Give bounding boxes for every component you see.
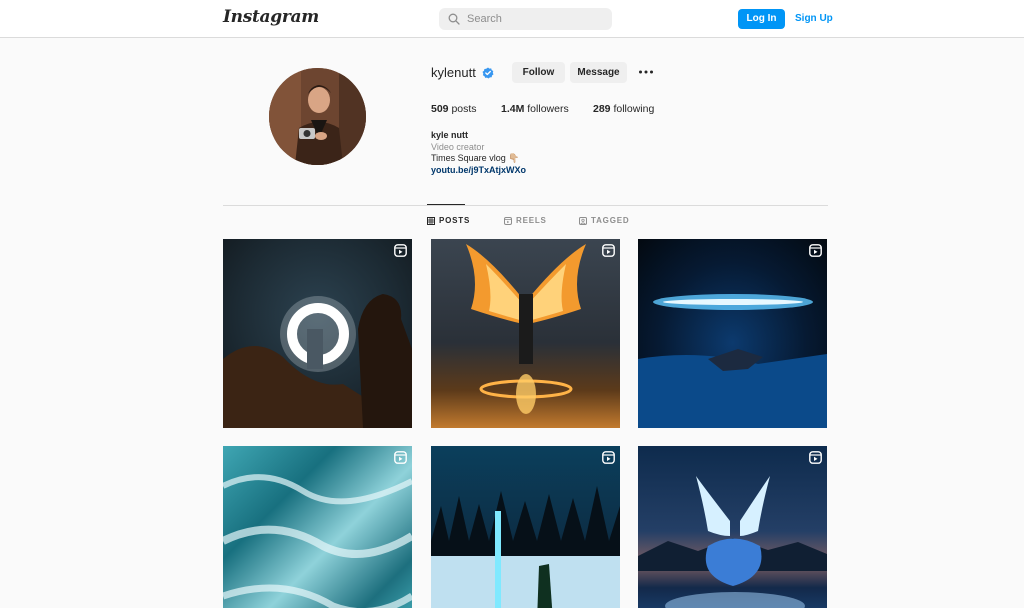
post-thumbnail[interactable] [431,446,620,608]
following-stat[interactable]: 289 following [593,103,654,115]
tab-tagged-label: TAGGED [591,216,630,225]
reel-icon [602,451,615,464]
tabs-divider [223,205,828,206]
reel-icon [394,244,407,257]
post-image-snowy-forest [431,486,620,608]
instagram-logo[interactable]: Instagram [223,7,319,27]
profile-bio: kyle nutt Video creator Times Square vlo… [431,130,526,176]
reel-icon [809,451,822,464]
grid-icon [427,216,435,225]
post-image-light-ring [223,294,412,428]
avatar-portrait [269,68,366,165]
reel-icon [809,244,822,257]
post-image-fire-wings [466,244,586,414]
profile-username: kylenutt [431,65,476,80]
reel-icon [394,451,407,464]
post-image-blue-light [638,294,827,428]
posts-stat: 509 posts [431,103,477,115]
top-navbar: Instagram Log In Sign Up [0,0,1024,38]
search-bar[interactable] [439,8,612,30]
post-thumbnail[interactable] [223,239,412,428]
verified-badge-icon [482,67,494,79]
post-thumbnail[interactable] [638,239,827,428]
follow-button[interactable]: Follow [512,62,565,83]
reel-icon [602,244,615,257]
post-image-ice-wings [638,476,827,608]
more-options-icon[interactable] [638,66,654,78]
signup-link[interactable]: Sign Up [795,9,833,29]
tab-reels-label: REELS [516,216,547,225]
post-thumbnail[interactable] [223,446,412,608]
bio-text: Times Square vlog 👇🏼 [431,153,520,163]
search-icon [448,13,460,25]
tab-posts-label: POSTS [439,216,471,225]
tab-reels[interactable]: REELS [504,216,547,225]
bio-full-name: kyle nutt [431,130,469,140]
tab-posts[interactable]: POSTS [427,216,470,225]
active-tab-indicator [427,204,465,205]
tab-tagged[interactable]: TAGGED [579,216,629,225]
search-input[interactable] [467,8,607,30]
tagged-icon [579,216,587,225]
login-button[interactable]: Log In [738,9,785,29]
message-button[interactable]: Message [570,62,627,83]
post-thumbnail[interactable] [431,239,620,428]
post-image-water-waves [223,474,412,608]
bio-link[interactable]: youtu.be/j9TxAtjxWXo [431,165,526,177]
reels-icon [504,216,512,225]
followers-stat[interactable]: 1.4M followers [501,103,569,115]
profile-avatar[interactable] [269,68,366,165]
post-thumbnail[interactable] [638,446,827,608]
bio-category: Video creator [431,141,485,152]
